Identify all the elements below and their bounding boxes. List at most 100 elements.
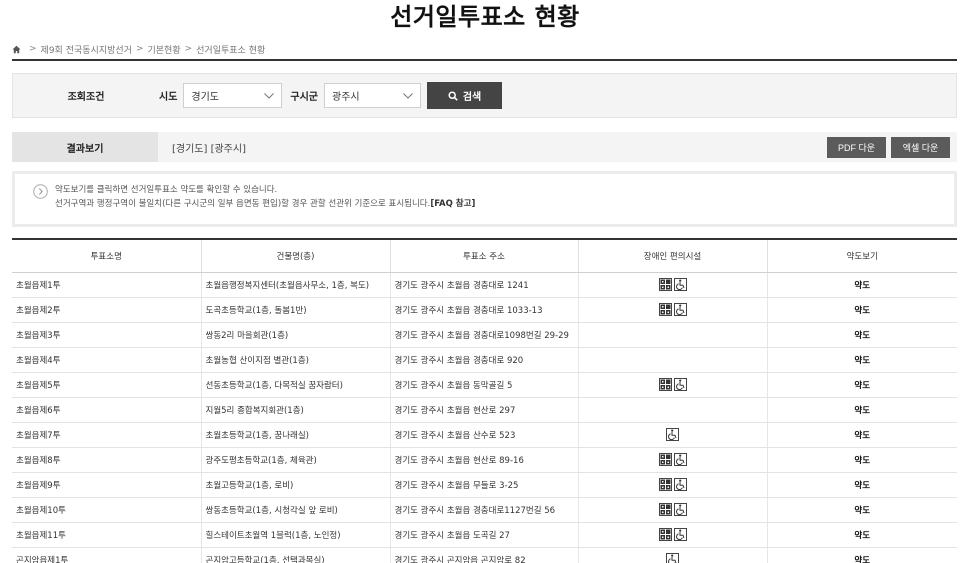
condition-label: 조회조건: [67, 92, 105, 103]
braille-icon: [658, 528, 672, 541]
cell-building: 지월5리 종합복지회관(1층): [200, 397, 390, 423]
pdf-download-button[interactable]: PDF 다운: [827, 136, 886, 158]
wheelchair-icon: [673, 378, 687, 391]
breadcrumb-separator: >: [184, 44, 193, 54]
cell-building: 곤지암고등학교(1층, 선택과목실): [200, 547, 390, 563]
cell-facilities: [577, 272, 767, 298]
chevron-right-circle-icon: [33, 184, 48, 199]
cell-facilities: [577, 447, 767, 473]
map-link[interactable]: 약도: [766, 497, 957, 523]
table-row: 곤지암읍제1투 곤지암고등학교(1층, 선택과목실) 경기도 광주시 곤지암읍 곤지…: [12, 547, 957, 563]
wheelchair-icon: [666, 428, 679, 441]
braille-icon: [658, 453, 672, 466]
search-panel: 조회조건 시도 경기도 구시군 광주시 검색: [12, 73, 957, 118]
search-button[interactable]: 검색: [427, 82, 503, 109]
map-link[interactable]: 약도: [766, 347, 957, 373]
result-label: 결과보기: [12, 132, 158, 162]
search-icon: [448, 90, 458, 101]
wheelchair-icon: [673, 503, 687, 516]
facility-icons: [666, 428, 679, 441]
cell-station-name: 초월읍제7투: [12, 422, 201, 448]
cell-station-name: 초월읍제8투: [12, 447, 201, 473]
cell-building: 광주도평초등학교(1층, 체육관): [200, 447, 390, 473]
cell-address: 경기도 광주시 초월읍 현산로 297: [389, 397, 578, 423]
cell-address: 경기도 광주시 초월읍 경충대로 1241: [389, 272, 578, 298]
braille-icon: [658, 378, 672, 391]
map-link[interactable]: 약도: [766, 372, 957, 398]
braille-icon: [658, 303, 672, 316]
cell-station-name: 초월읍제9투: [12, 472, 201, 498]
faq-link[interactable]: [FAQ 참고]: [430, 199, 475, 209]
wheelchair-icon: [673, 278, 687, 291]
home-icon[interactable]: [12, 45, 21, 54]
cell-station-name: 초월읍제3투: [12, 322, 201, 348]
header-station-name: 투표소명: [12, 238, 201, 273]
facility-icons: [666, 553, 679, 563]
wheelchair-icon: [673, 303, 687, 316]
facility-icons: [658, 303, 687, 316]
breadcrumb-item-current: 선거일투표소 현황: [196, 45, 266, 56]
facility-icons: [658, 503, 687, 516]
table-row: 초월읍제5투 선동초등학교(1층, 다목적실 꿈자람터) 경기도 광주시 초월읍 동…: [12, 372, 957, 398]
table-row: 초월읍제4투 초월농협 산이지점 별관(1층) 경기도 광주시 초월읍 경충대로 9…: [12, 347, 957, 373]
cell-station-name: 초월읍제11투: [12, 522, 201, 548]
gu-select-value: 광주시: [332, 92, 360, 103]
header-address: 투표소 주소: [389, 238, 578, 273]
cell-facilities: [577, 397, 767, 423]
cell-building: 쌍동2리 마을회관(1층): [200, 322, 390, 348]
map-link[interactable]: 약도: [766, 297, 957, 323]
search-button-label: 검색: [462, 92, 482, 103]
cell-building: 초월초등학교(1층, 꿈나래실): [200, 422, 390, 448]
map-link[interactable]: 약도: [766, 522, 957, 548]
breadcrumb-item-basic[interactable]: 기본현황: [147, 43, 180, 56]
excel-download-button[interactable]: 엑셀 다운: [891, 136, 950, 158]
breadcrumb-item-election[interactable]: 제9회 전국동시지방선거: [41, 43, 132, 56]
cell-address: 경기도 광주시 초월읍 산수로 523: [389, 422, 578, 448]
cell-address: 경기도 광주시 곤지암읍 곤지암로 82: [389, 547, 578, 563]
cell-facilities: [577, 547, 767, 563]
table-row: 초월읍제6투 지월5리 종합복지회관(1층) 경기도 광주시 초월읍 현산로 297…: [12, 397, 957, 423]
notice-line-1: 약도보기를 클릭하면 선거일투표소 약도를 확인할 수 있습니다.: [55, 185, 278, 195]
cell-address: 경기도 광주시 초월읍 경충대로1127번길 56: [389, 497, 578, 523]
table-row: 초월읍제1투 초월읍행정복지센터(초월읍사무소, 1층, 복도) 경기도 광주시 초…: [12, 272, 957, 298]
sido-select[interactable]: 경기도: [183, 83, 283, 108]
cell-facilities: [577, 347, 767, 373]
map-link[interactable]: 약도: [766, 547, 957, 563]
cell-station-name: 초월읍제6투: [12, 397, 201, 423]
wheelchair-icon: [673, 478, 687, 491]
cell-facilities: [577, 472, 767, 498]
cell-station-name: 초월읍제5투: [12, 372, 201, 398]
cell-facilities: [577, 522, 767, 548]
cell-facilities: [577, 497, 767, 523]
table-row: 초월읍제10투 쌍동초등학교(1층, 시청각실 앞 로비) 경기도 광주시 초월읍 …: [12, 497, 957, 523]
wheelchair-icon: [666, 553, 679, 563]
map-link[interactable]: 약도: [766, 422, 957, 448]
breadcrumb-separator: >: [29, 44, 37, 54]
header-map: 약도보기: [766, 238, 957, 273]
cell-building: 쌍동초등학교(1층, 시청각실 앞 로비): [200, 497, 390, 523]
table-row: 초월읍제2투 도곡초등학교(1층, 돌봄1반) 경기도 광주시 초월읍 경충대로 1…: [12, 297, 957, 323]
chevron-down-icon: [264, 92, 275, 99]
cell-facilities: [577, 422, 767, 448]
map-link[interactable]: 약도: [766, 272, 957, 298]
braille-icon: [658, 278, 672, 291]
breadcrumb: > 제9회 전국동시지방선거 > 기본현황 > 선거일투표소 현황: [12, 42, 265, 56]
map-link[interactable]: 약도: [766, 397, 957, 423]
cell-address: 경기도 광주시 초월읍 경충대로 1033-13: [389, 297, 578, 323]
map-link[interactable]: 약도: [766, 322, 957, 348]
notice-line-2-text: 선거구역과 행정구역이 불일치(다른 구시군의 일부 읍면동 편입)할 경우 관…: [55, 199, 431, 209]
cell-building: 초월농협 산이지점 별관(1층): [200, 347, 390, 373]
header-building: 건물명(층): [200, 238, 390, 273]
cell-facilities: [577, 322, 767, 348]
gu-select[interactable]: 광주시: [324, 83, 422, 108]
facility-icons: [658, 278, 687, 291]
cell-address: 경기도 광주시 초월읍 무들로 3-25: [389, 472, 578, 498]
title-divider: [12, 59, 957, 61]
polling-station-table: 투표소명 건물명(층) 투표소 주소 장애인 편의시설 약도보기 초월읍제1투 초…: [12, 238, 957, 563]
table-row: 초월읍제9투 초월고등학교(1층, 로비) 경기도 광주시 초월읍 무들로 3-25…: [12, 472, 957, 498]
table-row: 초월읍제8투 광주도평초등학교(1층, 체육관) 경기도 광주시 초월읍 현산로 8…: [12, 447, 957, 473]
cell-address: 경기도 광주시 초월읍 경충대로1098번길 29-29: [389, 322, 578, 348]
map-link[interactable]: 약도: [766, 472, 957, 498]
map-link[interactable]: 약도: [766, 447, 957, 473]
gu-label: 구시군: [290, 92, 319, 103]
